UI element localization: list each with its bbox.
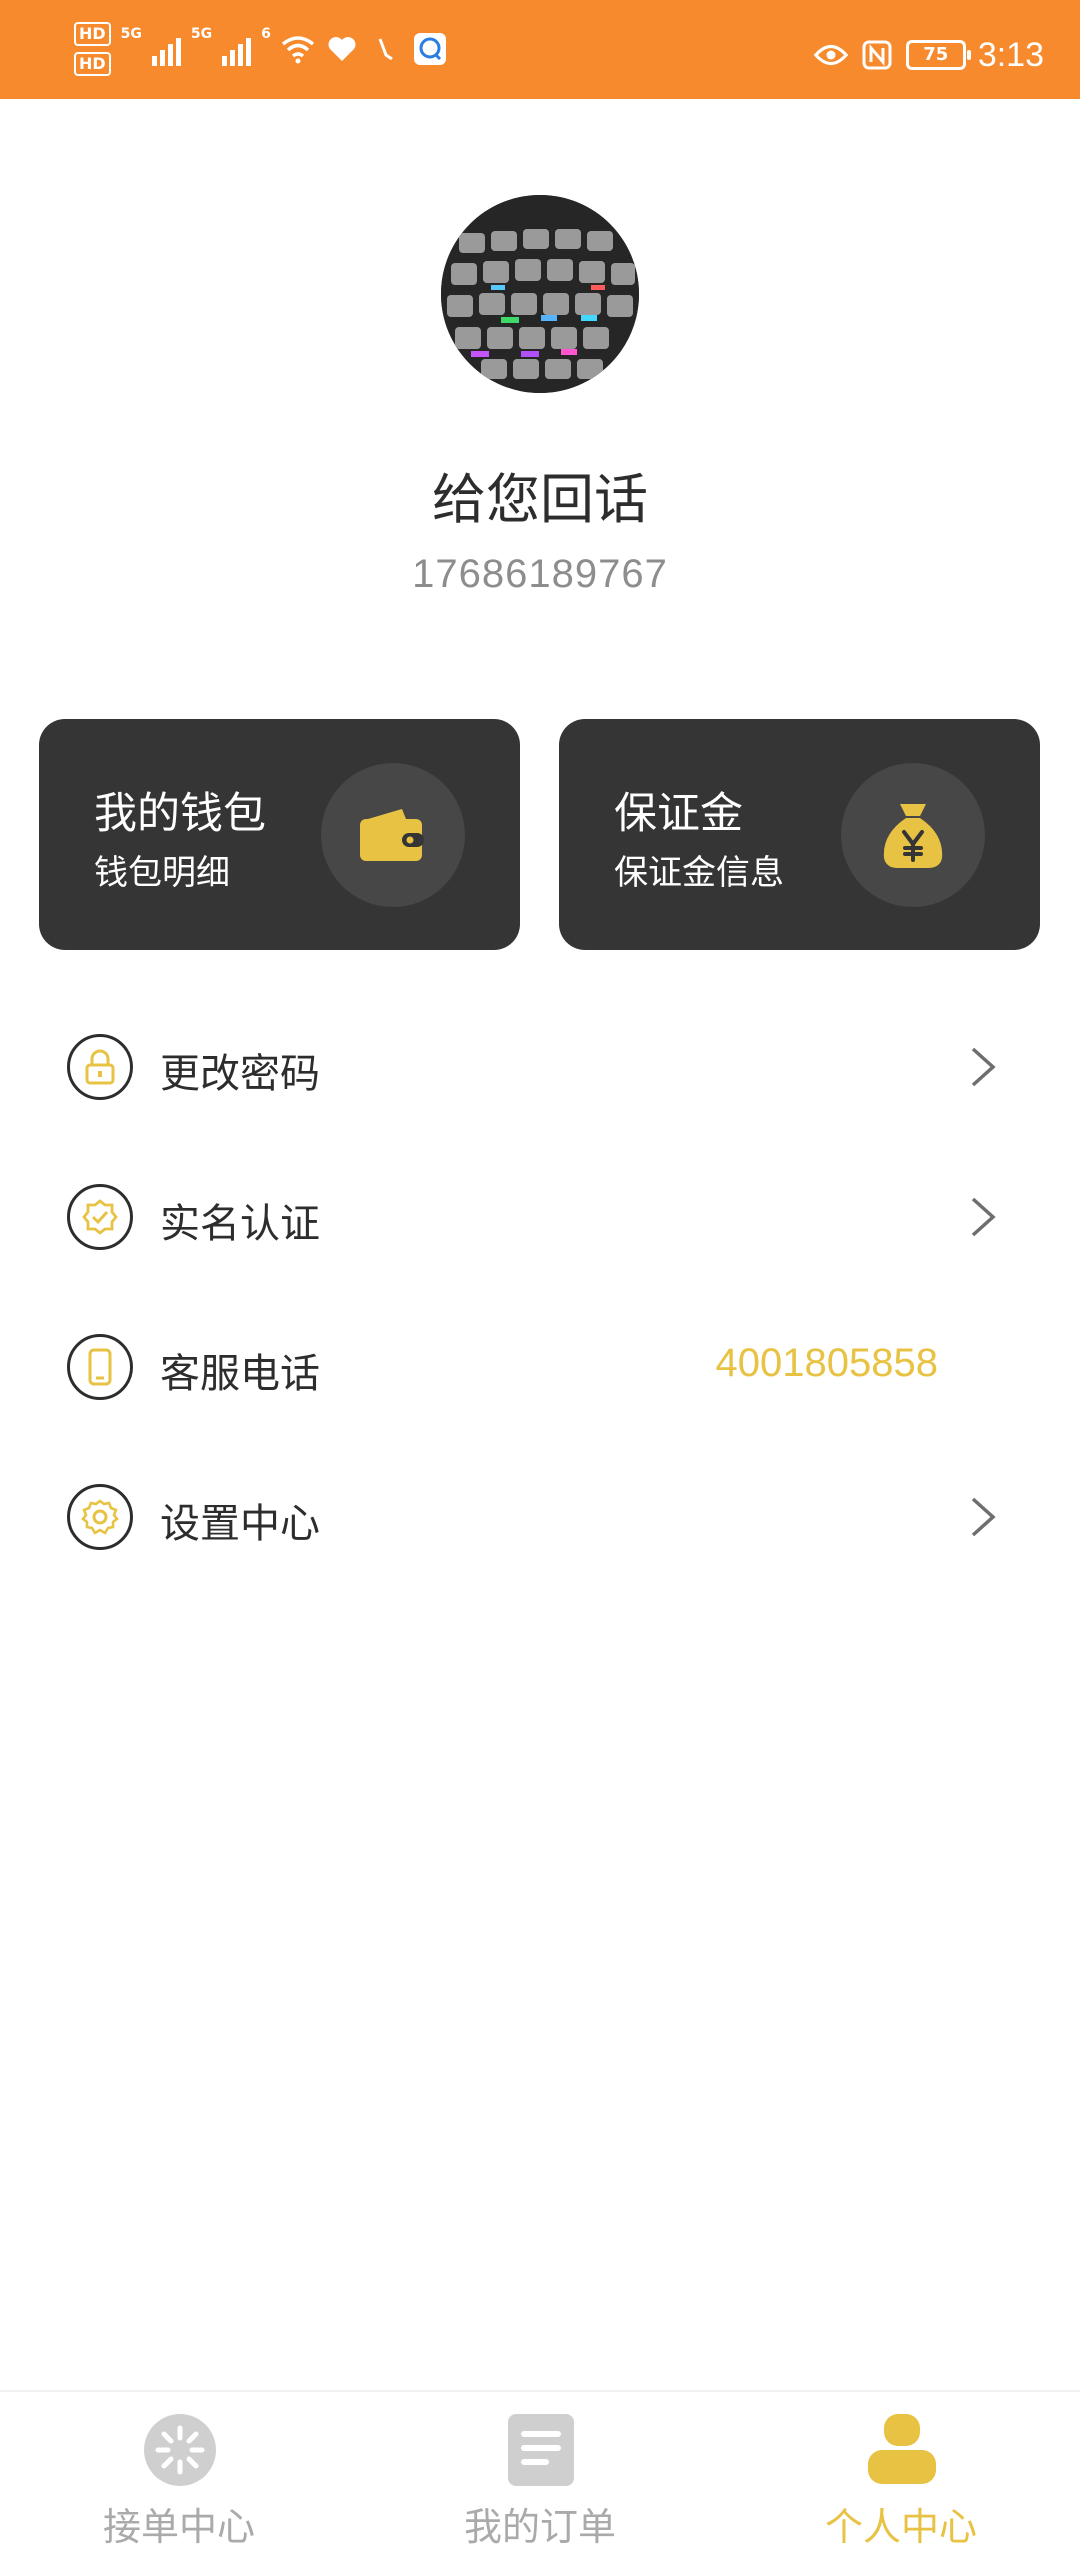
signal-icon-1 — [151, 32, 181, 66]
tab-label: 接单中心 — [102, 2505, 255, 2549]
chevron-right-icon — [971, 1047, 996, 1087]
money-bag-icon-circle — [841, 763, 985, 907]
bottom-tab-bar: 接单中心 我的订单 个人中心 — [0, 2390, 1080, 2560]
menu-item-settings[interactable]: 设置中心 — [0, 1445, 1080, 1565]
status-left: HD HD 5G 5G 6 — [74, 22, 447, 76]
wallet-card[interactable]: 我的钱包 钱包明细 — [39, 719, 520, 950]
chevron-right-icon — [971, 1497, 996, 1537]
wallet-card-subtitle: 钱包明细 — [94, 853, 230, 893]
menu-label-service-phone: 客服电话 — [160, 1351, 320, 1397]
network-label-1: 5G — [120, 26, 142, 42]
battery-icon: 75 — [905, 40, 971, 70]
phone-number: 17686189767 — [412, 552, 668, 596]
wallet-icon — [360, 809, 424, 861]
gear-icon — [67, 1484, 133, 1550]
wallet-card-title: 我的钱包 — [94, 789, 266, 839]
status-bar: HD HD 5G 5G 6 75 3:13 — [0, 0, 1080, 99]
chat-app-icon — [413, 32, 447, 66]
chevron-right-icon — [971, 1197, 996, 1237]
nfc-icon — [860, 38, 894, 72]
tab-profile[interactable]: 个人中心 — [751, 2392, 1051, 2560]
deposit-card-title: 保证金 — [614, 789, 743, 839]
hd-badge-2: HD — [74, 52, 111, 76]
money-bag-icon — [883, 804, 943, 868]
menu-label-settings: 设置中心 — [160, 1501, 320, 1547]
avatar[interactable] — [441, 195, 639, 393]
nickname: 给您回话 — [432, 468, 648, 531]
deposit-card-subtitle: 保证金信息 — [614, 853, 784, 893]
tab-label: 我的订单 — [463, 2505, 616, 2549]
tab-my-orders[interactable]: 我的订单 — [390, 2392, 690, 2560]
hd-badge-1: HD — [74, 22, 111, 46]
menu-label-real-name: 实名认证 — [160, 1201, 320, 1247]
mobile-phone-icon — [67, 1334, 133, 1400]
menu-item-service-phone[interactable]: 客服电话 4001805858 — [0, 1295, 1080, 1415]
menu-item-change-password[interactable]: 更改密码 — [0, 995, 1080, 1115]
signal-icon-2 — [222, 32, 252, 66]
network-label-2: 5G — [190, 26, 213, 42]
tab-label: 个人中心 — [824, 2505, 977, 2549]
heart-icon — [325, 32, 359, 66]
notification-icon — [369, 32, 403, 66]
wifi-label: 6 — [261, 26, 271, 42]
loading-icon — [144, 2414, 216, 2486]
deposit-card[interactable]: 保证金 保证金信息 — [559, 719, 1040, 950]
wallet-icon-circle — [321, 763, 465, 907]
status-time: 3:13 — [977, 35, 1044, 74]
document-icon — [505, 2414, 577, 2486]
menu-label-change-password: 更改密码 — [160, 1051, 320, 1097]
eye-icon — [813, 38, 848, 72]
status-right: 75 3:13 — [813, 35, 1044, 74]
avatar-image — [441, 195, 639, 393]
tab-order-center[interactable]: 接单中心 — [29, 2392, 329, 2560]
menu-item-real-name[interactable]: 实名认证 — [0, 1145, 1080, 1265]
service-phone-number[interactable]: 4001805858 — [716, 1341, 938, 1386]
hd-indicators: HD HD — [74, 22, 111, 76]
lock-icon — [67, 1034, 133, 1100]
user-icon — [866, 2414, 938, 2486]
wifi-icon — [281, 32, 315, 66]
verified-badge-icon — [67, 1184, 133, 1250]
